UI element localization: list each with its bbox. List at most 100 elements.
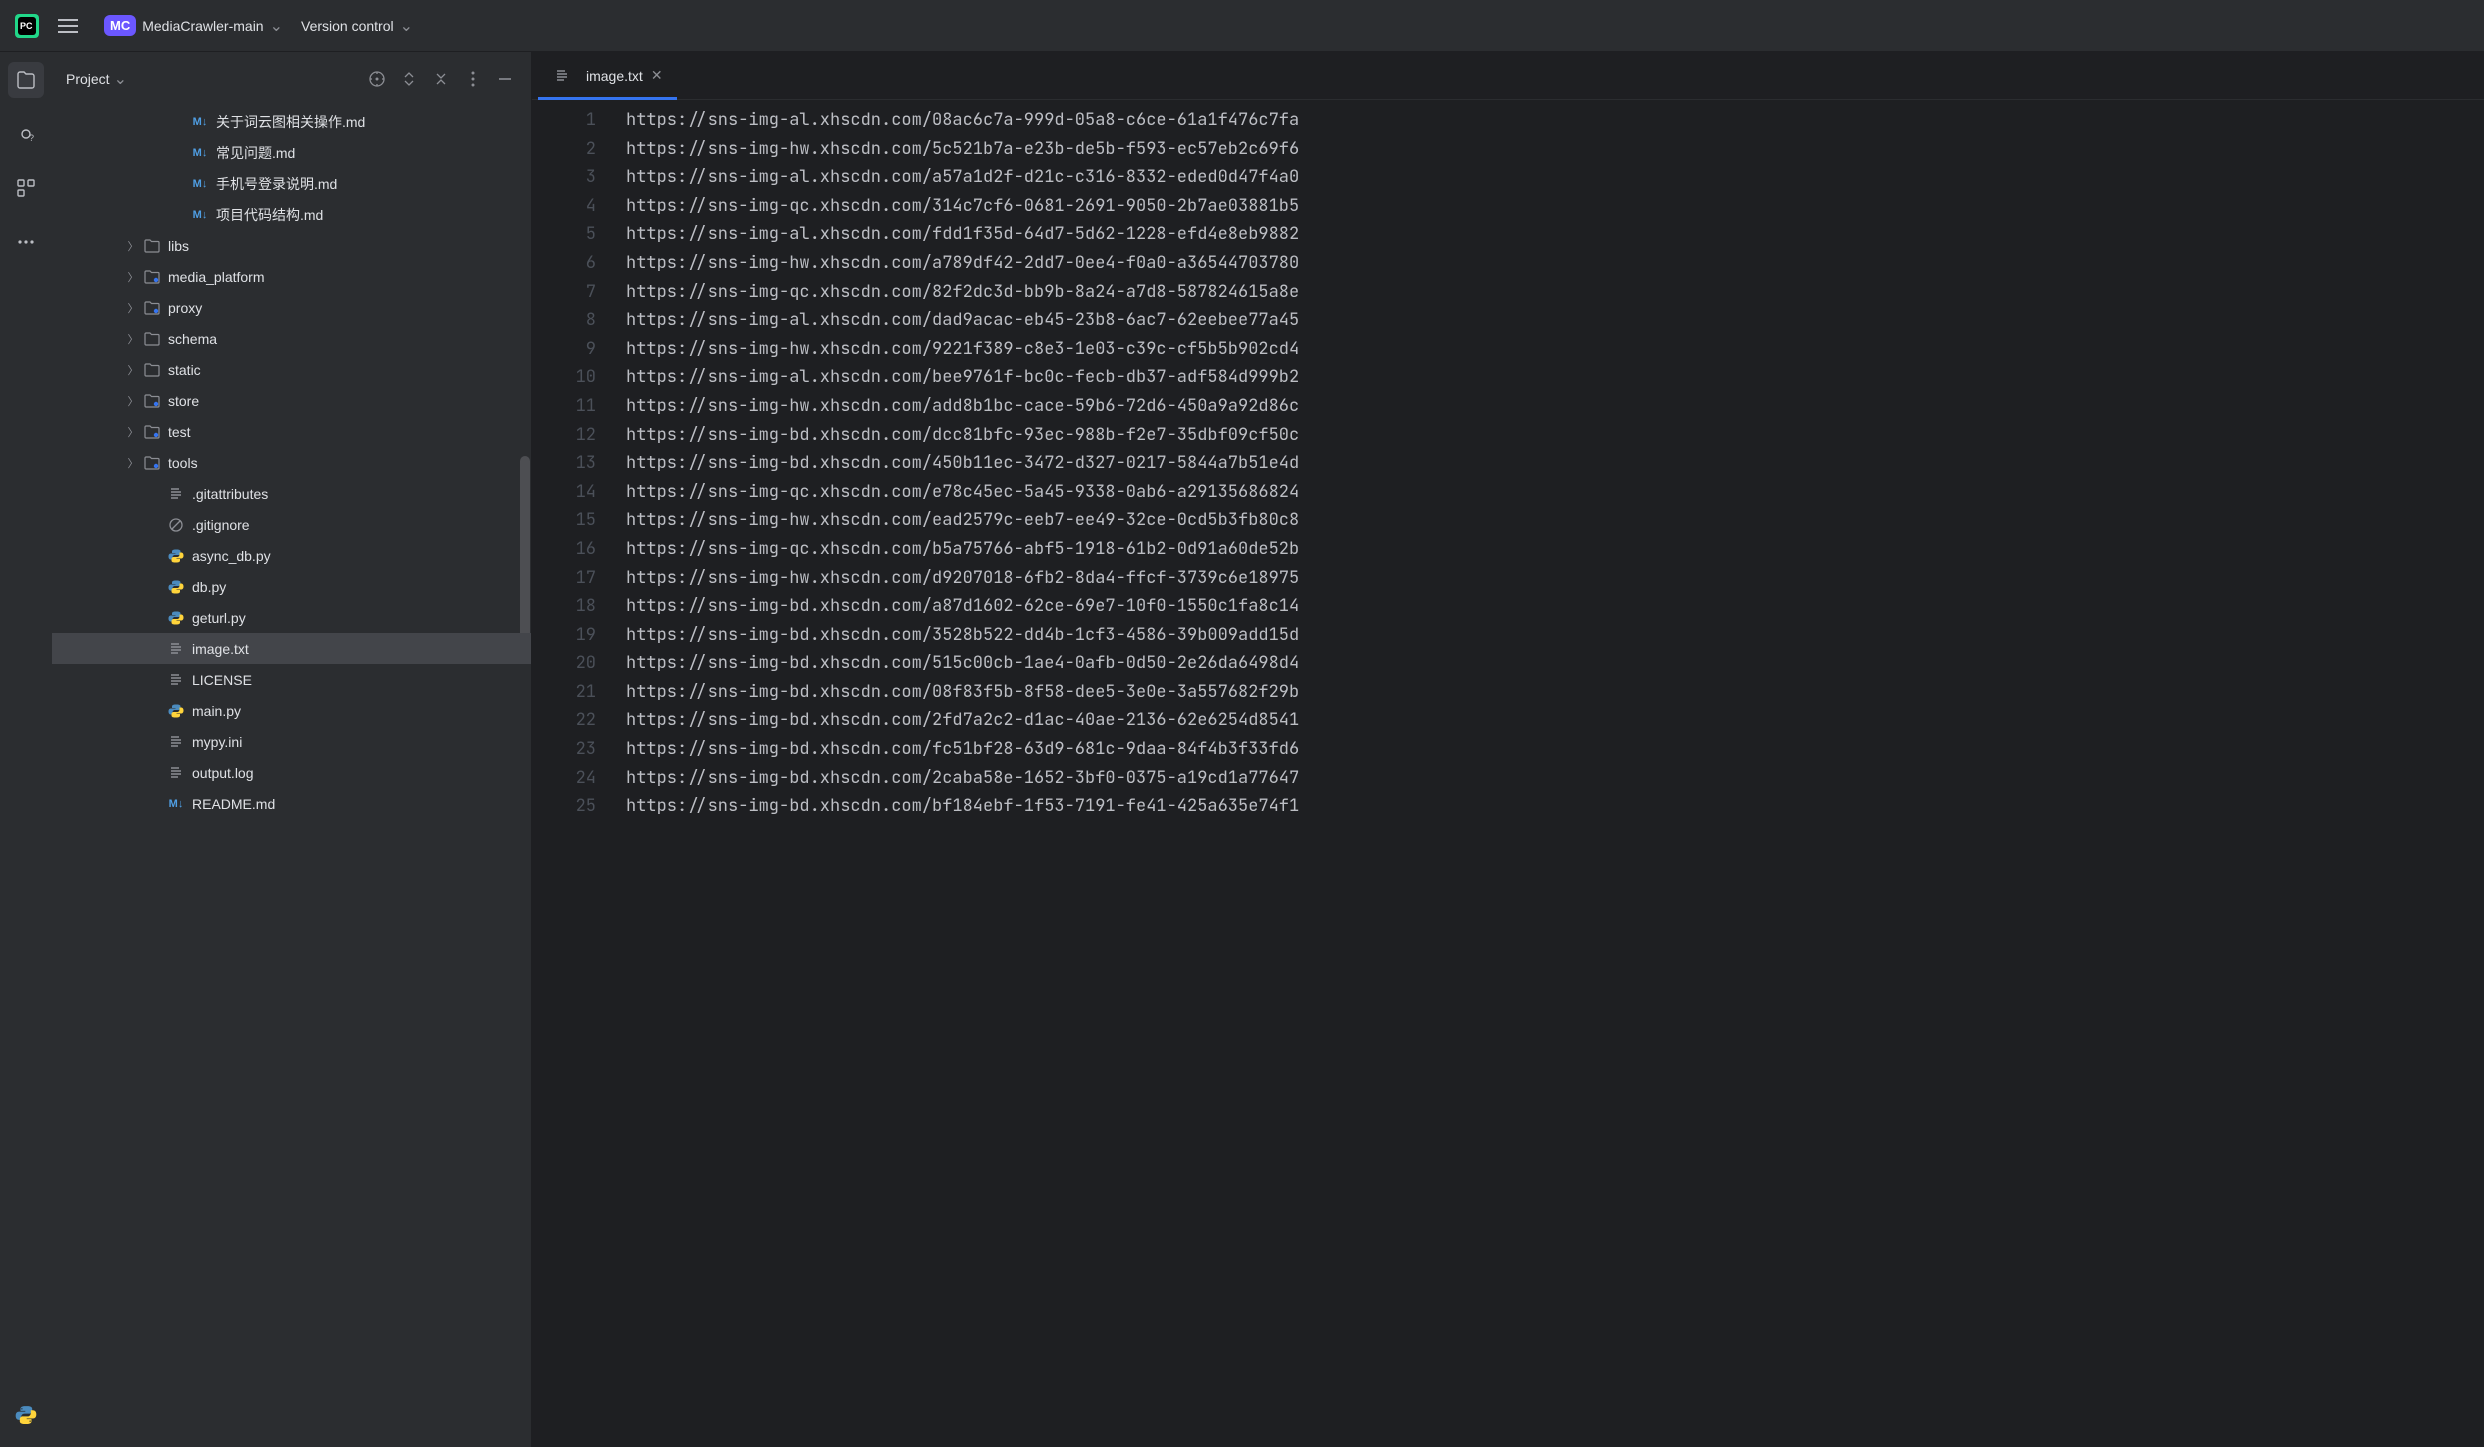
folder-src-icon <box>142 424 162 440</box>
expand-icon[interactable]: 〉 <box>124 362 142 378</box>
tree-item[interactable]: 〉proxy <box>52 292 531 323</box>
tree-item[interactable]: image.txt <box>52 633 531 664</box>
code-line: https://sns-img-qc.xhscdn.com/b5a75766-a… <box>626 535 2484 564</box>
code-line: https://sns-img-hw.xhscdn.com/a789df42-2… <box>626 249 2484 278</box>
tree-item[interactable]: db.py <box>52 571 531 602</box>
tree-item[interactable]: M↓手机号登录说明.md <box>52 168 531 199</box>
chevron-down-icon <box>400 16 413 36</box>
structure-toolwindow-button[interactable] <box>8 170 44 206</box>
line-number: 18 <box>532 592 596 621</box>
collapse-all-icon[interactable] <box>429 67 453 91</box>
expand-icon[interactable]: 〉 <box>124 424 142 440</box>
folder-src-icon <box>142 455 162 471</box>
tree-item[interactable]: main.py <box>52 695 531 726</box>
tree-item-label: libs <box>168 238 189 254</box>
line-number: 14 <box>532 478 596 507</box>
tree-item-label: store <box>168 393 199 409</box>
code-line: https://sns-img-hw.xhscdn.com/5c521b7a-e… <box>626 135 2484 164</box>
panel-options-icon[interactable] <box>461 67 485 91</box>
tree-item[interactable]: 〉 test <box>52 416 531 447</box>
txt-icon <box>166 641 186 657</box>
line-gutter: 1234567891011121314151617181920212223242… <box>532 100 612 1447</box>
code-line: https://sns-img-bd.xhscdn.com/2fd7a2c2-d… <box>626 706 2484 735</box>
tree-item[interactable]: 〉 libs <box>52 230 531 261</box>
md-icon: M↓ <box>190 116 210 128</box>
tree-item[interactable]: 〉 static <box>52 354 531 385</box>
main-menu-icon[interactable] <box>58 19 86 33</box>
md-icon: M↓ <box>190 178 210 190</box>
chevron-down-icon <box>270 16 283 36</box>
expand-all-icon[interactable] <box>397 67 421 91</box>
panel-title-text: Project <box>66 71 110 87</box>
project-panel-title[interactable]: Project <box>66 69 127 89</box>
code-content[interactable]: https://sns-img-al.xhscdn.com/08ac6c7a-9… <box>612 100 2484 1447</box>
project-tree[interactable]: M↓关于词云图相关操作.mdM↓常见问题.mdM↓手机号登录说明.mdM↓项目代… <box>52 106 531 1447</box>
tree-item[interactable]: .gitignore <box>52 509 531 540</box>
code-line: https://sns-img-bd.xhscdn.com/fc51bf28-6… <box>626 735 2484 764</box>
tree-item-label: image.txt <box>192 641 249 657</box>
expand-icon[interactable]: 〉 <box>124 269 142 285</box>
tree-item[interactable]: mypy.ini <box>52 726 531 757</box>
tree-item[interactable]: geturl.py <box>52 602 531 633</box>
tree-item[interactable]: M↓常见问题.md <box>52 137 531 168</box>
more-toolwindows-button[interactable] <box>8 224 44 260</box>
txt-icon <box>166 765 186 781</box>
tree-item-label: README.md <box>192 796 275 812</box>
select-opened-file-icon[interactable] <box>365 67 389 91</box>
expand-icon[interactable]: 〉 <box>124 238 142 254</box>
folder-icon <box>142 331 162 347</box>
tab-image-txt[interactable]: image.txt ✕ <box>538 52 677 99</box>
text-file-icon <box>552 68 572 84</box>
code-line: https://sns-img-bd.xhscdn.com/a87d1602-6… <box>626 592 2484 621</box>
code-line: https://sns-img-bd.xhscdn.com/dcc81bfc-9… <box>626 421 2484 450</box>
code-line: https://sns-img-qc.xhscdn.com/e78c45ec-5… <box>626 478 2484 507</box>
line-number: 22 <box>532 706 596 735</box>
tree-item[interactable]: M↓项目代码结构.md <box>52 199 531 230</box>
tree-item[interactable]: M↓README.md <box>52 788 531 819</box>
code-line: https://sns-img-bd.xhscdn.com/450b11ec-3… <box>626 449 2484 478</box>
code-line: https://sns-img-al.xhscdn.com/fdd1f35d-6… <box>626 220 2484 249</box>
expand-icon[interactable]: 〉 <box>124 300 142 316</box>
tree-item[interactable]: async_db.py <box>52 540 531 571</box>
tree-item[interactable]: 〉 store <box>52 385 531 416</box>
md-icon: M↓ <box>190 209 210 221</box>
project-toolwindow-button[interactable] <box>8 62 44 98</box>
project-selector[interactable]: MC MediaCrawler-main <box>104 15 283 36</box>
hide-panel-icon[interactable] <box>493 67 517 91</box>
txt-icon <box>166 486 186 502</box>
editor-body[interactable]: 1234567891011121314151617181920212223242… <box>532 100 2484 1447</box>
tree-item-label: db.py <box>192 579 226 595</box>
line-number: 4 <box>532 192 596 221</box>
tool-stripe-left: ? <box>0 52 52 1447</box>
tree-item[interactable]: M↓关于词云图相关操作.md <box>52 106 531 137</box>
line-number: 9 <box>532 335 596 364</box>
expand-icon[interactable]: 〉 <box>124 393 142 409</box>
project-name: MediaCrawler-main <box>142 18 263 34</box>
commit-toolwindow-button[interactable]: ? <box>8 116 44 152</box>
tree-item[interactable]: .gitattributes <box>52 478 531 509</box>
code-line: https://sns-img-bd.xhscdn.com/2caba58e-1… <box>626 764 2484 793</box>
tree-item[interactable]: output.log <box>52 757 531 788</box>
line-number: 12 <box>532 421 596 450</box>
md-icon: M↓ <box>190 147 210 159</box>
line-number: 24 <box>532 764 596 793</box>
line-number: 15 <box>532 506 596 535</box>
tree-item[interactable]: 〉schema <box>52 323 531 354</box>
line-number: 6 <box>532 249 596 278</box>
tree-item[interactable]: 〉tools <box>52 447 531 478</box>
vcs-selector[interactable]: Version control <box>301 16 413 36</box>
line-number: 10 <box>532 363 596 392</box>
tree-item-label: test <box>168 424 191 440</box>
expand-icon[interactable]: 〉 <box>124 455 142 471</box>
code-line: https://sns-img-hw.xhscdn.com/ead2579c-e… <box>626 506 2484 535</box>
tree-item-label: mypy.ini <box>192 734 242 750</box>
tree-item-label: static <box>168 362 201 378</box>
folder-src-icon <box>142 393 162 409</box>
expand-icon[interactable]: 〉 <box>124 331 142 347</box>
tree-item-label: .gitignore <box>192 517 250 533</box>
tree-item[interactable]: LICENSE <box>52 664 531 695</box>
tab-label: image.txt <box>586 68 643 84</box>
python-console-button[interactable] <box>8 1397 44 1433</box>
tree-item[interactable]: 〉media_platform <box>52 261 531 292</box>
close-icon[interactable]: ✕ <box>651 67 663 84</box>
